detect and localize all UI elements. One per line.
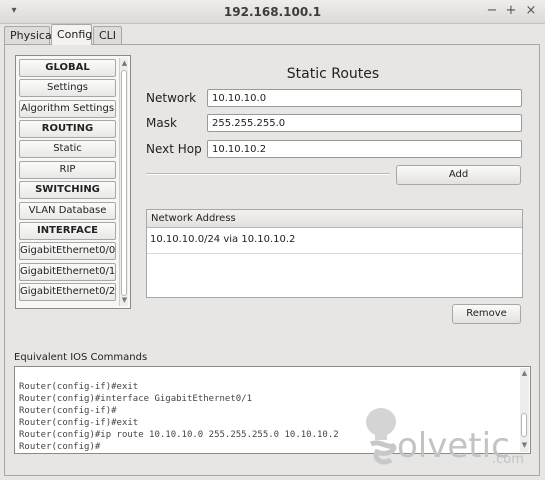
config-sidebar: GLOBAL Settings Algorithm Settings ROUTI… <box>15 55 131 309</box>
sidebar-item-algorithm-settings[interactable]: Algorithm Settings <box>19 100 116 118</box>
console-line: Router(config)#ip route 10.10.10.0 255.2… <box>19 430 339 440</box>
sidebar-item-gigabitethernet0-0[interactable]: GigabitEthernet0/0 <box>19 242 116 260</box>
routes-table: Network Address 10.10.10.0/24 via 10.10.… <box>146 209 523 298</box>
console-line: Router(config-if)# <box>19 406 117 416</box>
scrollbar-thumb[interactable] <box>121 70 127 296</box>
network-input[interactable] <box>207 89 522 107</box>
sidebar-item-rip[interactable]: RIP <box>19 161 116 179</box>
window-title: 192.168.100.1 <box>223 5 322 19</box>
maximize-button[interactable]: + <box>503 3 519 19</box>
tab-config[interactable]: Config <box>51 24 92 45</box>
sidebar-item-gigabitethernet0-2[interactable]: GigabitEthernet0/2 <box>19 283 116 301</box>
remove-button[interactable]: Remove <box>452 304 521 324</box>
divider <box>146 173 390 175</box>
add-button[interactable]: Add <box>396 165 521 185</box>
page-title: Static Routes <box>286 66 380 82</box>
sidebar-header-switching: SWITCHING <box>19 181 116 199</box>
next-hop-label: Next Hop <box>146 142 202 156</box>
ios-commands-label: Equivalent IOS Commands <box>14 352 148 363</box>
sidebar-header-routing: ROUTING <box>19 120 116 138</box>
sidebar-item-settings[interactable]: Settings <box>19 79 116 97</box>
scroll-down-icon[interactable]: ▼ <box>120 296 129 304</box>
sidebar-item-static[interactable]: Static <box>19 140 116 158</box>
close-button[interactable]: × <box>523 3 539 19</box>
sidebar-scrollbar[interactable]: ▲ ▼ <box>119 58 128 306</box>
solvetic-watermark: olvetic .com <box>357 404 537 474</box>
title-bar: ▾ 192.168.100.1 − + × <box>0 0 545 24</box>
mask-input[interactable] <box>207 114 522 132</box>
console-line: Router(config)#interface GigabitEthernet… <box>19 394 252 404</box>
mask-label: Mask <box>146 116 177 130</box>
tab-cli[interactable]: CLI <box>93 26 122 45</box>
sidebar-header-global: GLOBAL <box>19 59 116 77</box>
sidebar-item-gigabitethernet0-1[interactable]: GigabitEthernet0/1 <box>19 263 116 281</box>
scroll-up-icon[interactable]: ▲ <box>120 59 129 67</box>
console-line: Router(config-if)#exit <box>19 382 139 392</box>
tab-physical[interactable]: Physical <box>4 26 55 45</box>
watermark-suffix: .com <box>492 452 524 467</box>
table-row[interactable]: 10.10.10.0/24 via 10.10.10.2 <box>147 228 522 254</box>
routes-table-header: Network Address <box>147 210 522 228</box>
sidebar-header-interface: INTERFACE <box>19 222 116 240</box>
network-label: Network <box>146 91 197 105</box>
sidebar-item-vlan-database[interactable]: VLAN Database <box>19 202 116 220</box>
console-line: Router(config)# <box>19 442 101 452</box>
next-hop-input[interactable] <box>207 140 522 158</box>
scroll-up-icon[interactable]: ▲ <box>520 369 529 377</box>
console-line: Router(config-if)#exit <box>19 418 139 428</box>
minimize-button[interactable]: − <box>484 3 500 19</box>
